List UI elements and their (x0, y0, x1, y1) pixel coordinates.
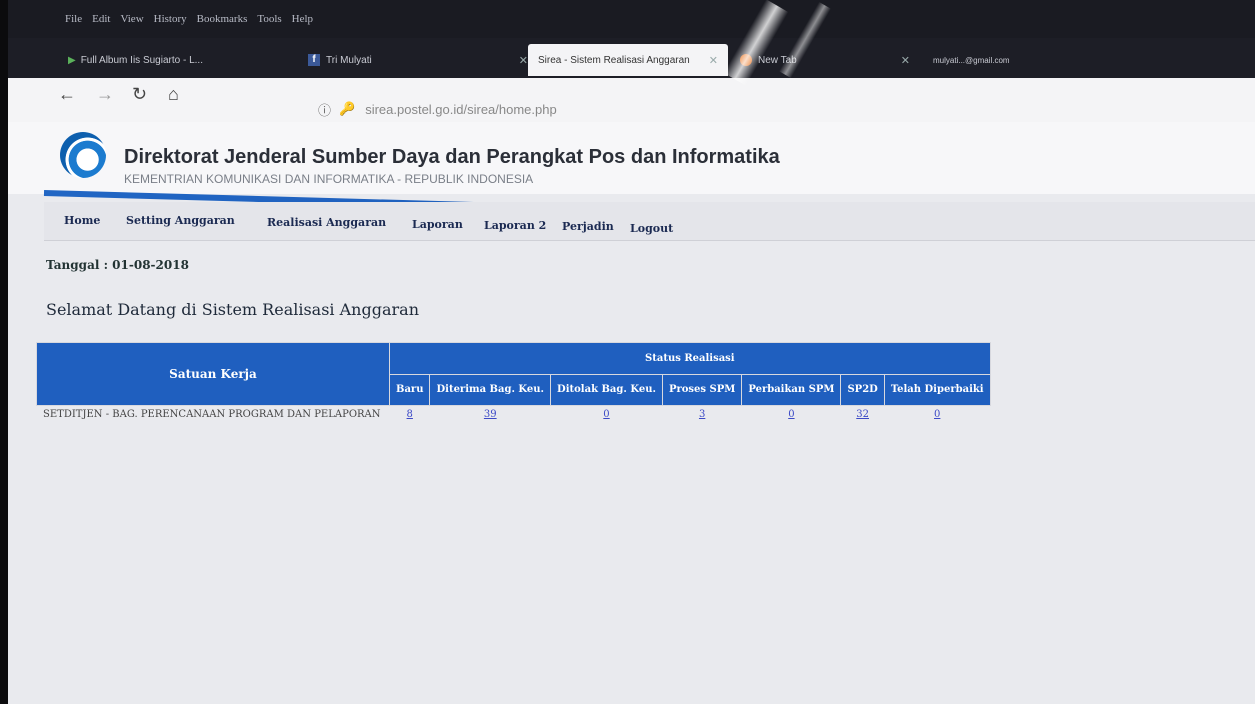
menu-laporan-2[interactable]: Laporan 2 (484, 219, 546, 232)
header-sp2d: SP2D (840, 373, 885, 406)
reload-icon[interactable]: ↻ (132, 84, 147, 105)
main-menu: Home Setting Anggaran Realisasi Anggaran… (44, 202, 1255, 241)
status-table: Satuan Kerja Status Realisasi Baru Diter… (36, 342, 991, 424)
header-baru: Baru (388, 373, 431, 406)
kominfo-logo (60, 132, 106, 178)
count-link-diterima[interactable]: 39 (429, 405, 552, 424)
count-link-sp2d[interactable]: 32 (840, 405, 885, 424)
header-perbaikan-spm: Perbaikan SPM (741, 373, 842, 406)
welcome-heading: Selamat Datang di Sistem Realisasi Angga… (46, 300, 419, 319)
menu-setting-anggaran[interactable]: Setting Anggaran (126, 214, 235, 227)
count-link-baru[interactable]: 8 (388, 405, 431, 424)
menu-edit[interactable]: Edit (92, 13, 110, 25)
menu-view[interactable]: View (120, 13, 143, 25)
header-ditolak: Ditolak Bag. Keu. (550, 373, 663, 406)
menu-logout[interactable]: Logout (630, 222, 673, 235)
close-icon[interactable]: ✕ (709, 54, 718, 67)
page-subtitle: KEMENTRIAN KOMUNIKASI DAN INFORMATIKA - … (124, 172, 534, 186)
menu-file[interactable]: File (65, 13, 82, 25)
count-link-proses-spm[interactable]: 3 (661, 405, 743, 424)
page-title: Direktorat Jenderal Sumber Daya dan Pera… (124, 146, 780, 168)
menu-perjadin[interactable]: Perjadin (562, 220, 614, 233)
close-icon[interactable]: ✕ (519, 54, 528, 67)
forward-arrow-icon[interactable]: → (96, 84, 114, 105)
menu-bar: File Edit View History Bookmarks Tools H… (8, 0, 1255, 38)
url-text[interactable]: sirea.postel.go.id/sirea/home.php (365, 102, 557, 117)
table-row: SETDITJEN - BAG. PERENCANAAN PROGRAM DAN… (36, 405, 991, 424)
menu-history[interactable]: History (154, 13, 187, 25)
tab-music[interactable]: ▶ Full Album Iis Sugiarto - L... (58, 44, 268, 76)
count-link-perbaikan-spm[interactable]: 0 (741, 405, 842, 424)
tab-gmail[interactable]: mulyati...@gmail.com (923, 44, 1123, 76)
header-diterima: Diterima Bag. Keu. (429, 373, 552, 406)
url-bar[interactable]: ⓘ 🔑 sirea.postel.go.id/sirea/home.php (318, 96, 878, 122)
tab-label: Full Album Iis Sugiarto - L... (80, 54, 203, 66)
key-icon: 🔑 (339, 101, 356, 116)
info-icon[interactable]: ⓘ (318, 100, 331, 119)
date-label: Tanggal : 01-08-2018 (46, 258, 189, 272)
tab-sirea[interactable]: Sirea - Sistem Realisasi Anggaran ✕ (528, 44, 728, 76)
menu-laporan[interactable]: Laporan (412, 218, 463, 231)
count-link-telah-diperbaiki[interactable]: 0 (883, 405, 991, 424)
count-link-ditolak[interactable]: 0 (550, 405, 663, 424)
tab-label: Sirea - Sistem Realisasi Anggaran (538, 54, 690, 66)
menu-home[interactable]: Home (64, 214, 100, 227)
menu-tools[interactable]: Tools (257, 13, 281, 25)
menu-realisasi-anggaran[interactable]: Realisasi Anggaran (267, 216, 386, 229)
satker-cell: SETDITJEN - BAG. PERENCANAAN PROGRAM DAN… (36, 405, 390, 424)
back-arrow-icon[interactable]: ← (58, 84, 76, 105)
browser-window: File Edit View History Bookmarks Tools H… (8, 0, 1255, 704)
header-telah-diperbaiki: Telah Diperbaiki (883, 373, 991, 406)
play-icon: ▶ (68, 54, 76, 66)
header-satuan-kerja: Satuan Kerja (36, 342, 390, 406)
menu-bookmarks[interactable]: Bookmarks (197, 13, 248, 25)
menu-help[interactable]: Help (292, 13, 313, 25)
home-icon[interactable]: ⌂ (168, 84, 179, 105)
tab-facebook[interactable]: f Tri Mulyati ✕ (298, 44, 538, 76)
header-status-realisasi: Status Realisasi (389, 342, 991, 375)
header-proses-spm: Proses SPM (661, 373, 743, 406)
facebook-icon: f (308, 54, 320, 66)
tab-label: mulyati...@gmail.com (933, 55, 1010, 65)
tab-label: Tri Mulyati (326, 54, 372, 66)
tab-bar: ▶ Full Album Iis Sugiarto - L... f Tri M… (8, 38, 1255, 78)
close-icon[interactable]: ✕ (901, 54, 910, 67)
